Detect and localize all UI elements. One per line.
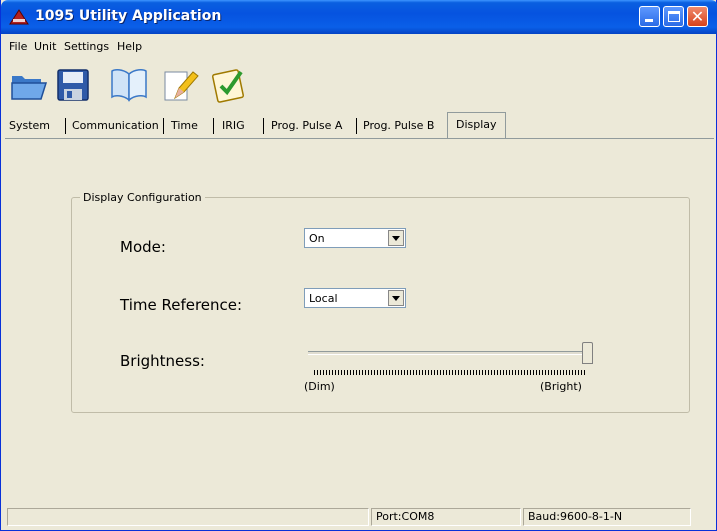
menu-help[interactable]: Help [117, 40, 142, 53]
tab-divider [213, 118, 214, 134]
status-bar: Port:COM8 Baud:9600-8-1-N [5, 505, 714, 527]
save-disk-icon[interactable] [53, 64, 93, 104]
tab-communication[interactable]: Communication [72, 114, 159, 138]
tab-irig[interactable]: IRIG [222, 114, 245, 138]
menu-file[interactable]: File [9, 40, 27, 53]
tab-divider [65, 118, 66, 134]
time-reference-label: Time Reference: [120, 296, 243, 314]
tab-strip: System Communication Time IRIG Prog. Pul… [5, 112, 714, 138]
tab-panel-display: Display Configuration Mode: On Time Refe… [5, 138, 714, 500]
mode-label: Mode: [120, 238, 166, 256]
tab-display[interactable]: Display [447, 112, 506, 138]
status-port: Port:COM8 [371, 508, 521, 526]
manual-book-icon[interactable] [109, 64, 149, 104]
app-window: 1095 Utility Application ✕ File Unit Set… [0, 0, 717, 531]
time-reference-value: Local [309, 292, 338, 305]
open-folder-icon[interactable] [9, 64, 49, 104]
app-logo-icon [9, 9, 29, 25]
close-button[interactable]: ✕ [687, 6, 708, 27]
group-title: Display Configuration [80, 191, 205, 204]
edit-pencil-icon[interactable] [161, 64, 201, 104]
tab-divider [263, 118, 264, 134]
title-bar[interactable]: 1095 Utility Application ✕ [1, 0, 717, 34]
brightness-min-label: (Dim) [304, 380, 335, 393]
mode-value: On [309, 232, 325, 245]
mode-dropdown-button[interactable] [388, 230, 404, 246]
chevron-down-icon [392, 236, 400, 241]
toolbar [5, 64, 714, 108]
maximize-icon [668, 11, 680, 22]
maximize-button[interactable] [663, 6, 684, 27]
menu-settings[interactable]: Settings [64, 40, 109, 53]
tab-prog-pulse-a[interactable]: Prog. Pulse A [271, 114, 342, 138]
mode-select[interactable]: On [304, 228, 406, 248]
menu-unit[interactable]: Unit [34, 40, 56, 53]
tab-time[interactable]: Time [171, 114, 198, 138]
tab-divider [356, 118, 357, 134]
menu-bar: File Unit Settings Help [5, 36, 714, 56]
brightness-slider-track[interactable] [308, 351, 590, 355]
minimize-button[interactable] [639, 6, 660, 27]
minimize-icon [645, 19, 653, 22]
time-reference-select[interactable]: Local [304, 288, 406, 308]
status-pane-main [7, 508, 369, 526]
time-reference-dropdown-button[interactable] [388, 290, 404, 306]
display-config-group: Display Configuration Mode: On Time Refe… [71, 191, 690, 413]
tab-prog-pulse-b[interactable]: Prog. Pulse B [363, 114, 434, 138]
brightness-label: Brightness: [120, 352, 205, 370]
window-title: 1095 Utility Application [35, 8, 222, 24]
chevron-down-icon [392, 296, 400, 301]
close-icon: ✕ [690, 7, 705, 26]
status-baud: Baud:9600-8-1-N [523, 508, 691, 526]
tab-system[interactable]: System [9, 114, 50, 138]
tab-divider [163, 118, 164, 134]
brightness-max-label: (Bright) [540, 380, 582, 393]
checklist-icon[interactable] [209, 64, 249, 104]
brightness-slider-ticks [314, 370, 586, 375]
brightness-slider-thumb[interactable] [582, 342, 593, 364]
